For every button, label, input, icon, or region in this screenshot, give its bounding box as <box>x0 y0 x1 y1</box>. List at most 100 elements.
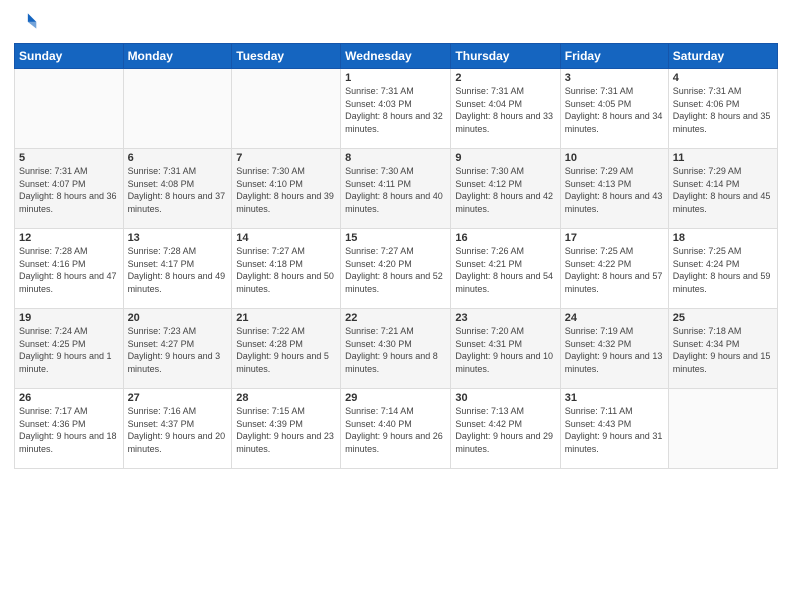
day-number: 18 <box>673 232 773 244</box>
day-info: Sunrise: 7:11 AM Sunset: 4:43 PM Dayligh… <box>565 405 664 455</box>
day-cell: 16Sunrise: 7:26 AM Sunset: 4:21 PM Dayli… <box>451 229 560 309</box>
day-number: 12 <box>19 232 119 244</box>
weekday-header-monday: Monday <box>123 44 232 69</box>
day-number: 3 <box>565 72 664 84</box>
day-info: Sunrise: 7:19 AM Sunset: 4:32 PM Dayligh… <box>565 325 664 375</box>
week-row-0: 1Sunrise: 7:31 AM Sunset: 4:03 PM Daylig… <box>15 69 778 149</box>
calendar-body: 1Sunrise: 7:31 AM Sunset: 4:03 PM Daylig… <box>15 69 778 469</box>
day-cell: 15Sunrise: 7:27 AM Sunset: 4:20 PM Dayli… <box>341 229 451 309</box>
day-cell: 21Sunrise: 7:22 AM Sunset: 4:28 PM Dayli… <box>232 309 341 389</box>
logo-icon <box>16 10 38 32</box>
day-cell <box>668 389 777 469</box>
weekday-header-sunday: Sunday <box>15 44 124 69</box>
week-row-3: 19Sunrise: 7:24 AM Sunset: 4:25 PM Dayli… <box>15 309 778 389</box>
day-info: Sunrise: 7:17 AM Sunset: 4:36 PM Dayligh… <box>19 405 119 455</box>
weekday-header-thursday: Thursday <box>451 44 560 69</box>
day-info: Sunrise: 7:23 AM Sunset: 4:27 PM Dayligh… <box>128 325 228 375</box>
week-row-1: 5Sunrise: 7:31 AM Sunset: 4:07 PM Daylig… <box>15 149 778 229</box>
day-cell: 19Sunrise: 7:24 AM Sunset: 4:25 PM Dayli… <box>15 309 124 389</box>
weekday-header-row: SundayMondayTuesdayWednesdayThursdayFrid… <box>15 44 778 69</box>
day-number: 20 <box>128 312 228 324</box>
day-info: Sunrise: 7:20 AM Sunset: 4:31 PM Dayligh… <box>455 325 555 375</box>
day-cell: 28Sunrise: 7:15 AM Sunset: 4:39 PM Dayli… <box>232 389 341 469</box>
day-info: Sunrise: 7:29 AM Sunset: 4:14 PM Dayligh… <box>673 165 773 215</box>
day-info: Sunrise: 7:30 AM Sunset: 4:11 PM Dayligh… <box>345 165 446 215</box>
day-number: 14 <box>236 232 336 244</box>
week-row-2: 12Sunrise: 7:28 AM Sunset: 4:16 PM Dayli… <box>15 229 778 309</box>
day-cell: 20Sunrise: 7:23 AM Sunset: 4:27 PM Dayli… <box>123 309 232 389</box>
day-cell: 1Sunrise: 7:31 AM Sunset: 4:03 PM Daylig… <box>341 69 451 149</box>
day-info: Sunrise: 7:31 AM Sunset: 4:07 PM Dayligh… <box>19 165 119 215</box>
day-number: 9 <box>455 152 555 164</box>
day-info: Sunrise: 7:31 AM Sunset: 4:05 PM Dayligh… <box>565 85 664 135</box>
header <box>14 10 778 37</box>
day-cell: 4Sunrise: 7:31 AM Sunset: 4:06 PM Daylig… <box>668 69 777 149</box>
week-row-4: 26Sunrise: 7:17 AM Sunset: 4:36 PM Dayli… <box>15 389 778 469</box>
day-number: 6 <box>128 152 228 164</box>
day-cell: 23Sunrise: 7:20 AM Sunset: 4:31 PM Dayli… <box>451 309 560 389</box>
day-info: Sunrise: 7:21 AM Sunset: 4:30 PM Dayligh… <box>345 325 446 375</box>
day-cell: 29Sunrise: 7:14 AM Sunset: 4:40 PM Dayli… <box>341 389 451 469</box>
weekday-header-tuesday: Tuesday <box>232 44 341 69</box>
day-cell: 25Sunrise: 7:18 AM Sunset: 4:34 PM Dayli… <box>668 309 777 389</box>
day-info: Sunrise: 7:25 AM Sunset: 4:24 PM Dayligh… <box>673 245 773 295</box>
calendar: SundayMondayTuesdayWednesdayThursdayFrid… <box>14 43 778 469</box>
day-info: Sunrise: 7:31 AM Sunset: 4:06 PM Dayligh… <box>673 85 773 135</box>
weekday-header-wednesday: Wednesday <box>341 44 451 69</box>
day-cell: 7Sunrise: 7:30 AM Sunset: 4:10 PM Daylig… <box>232 149 341 229</box>
day-number: 7 <box>236 152 336 164</box>
day-number: 11 <box>673 152 773 164</box>
day-info: Sunrise: 7:31 AM Sunset: 4:03 PM Dayligh… <box>345 85 446 135</box>
day-number: 27 <box>128 392 228 404</box>
day-number: 4 <box>673 72 773 84</box>
day-number: 23 <box>455 312 555 324</box>
day-info: Sunrise: 7:28 AM Sunset: 4:17 PM Dayligh… <box>128 245 228 295</box>
day-info: Sunrise: 7:28 AM Sunset: 4:16 PM Dayligh… <box>19 245 119 295</box>
day-info: Sunrise: 7:30 AM Sunset: 4:12 PM Dayligh… <box>455 165 555 215</box>
day-info: Sunrise: 7:15 AM Sunset: 4:39 PM Dayligh… <box>236 405 336 455</box>
day-cell: 8Sunrise: 7:30 AM Sunset: 4:11 PM Daylig… <box>341 149 451 229</box>
day-cell: 31Sunrise: 7:11 AM Sunset: 4:43 PM Dayli… <box>560 389 668 469</box>
day-cell: 12Sunrise: 7:28 AM Sunset: 4:16 PM Dayli… <box>15 229 124 309</box>
day-number: 5 <box>19 152 119 164</box>
day-number: 15 <box>345 232 446 244</box>
day-number: 8 <box>345 152 446 164</box>
day-number: 21 <box>236 312 336 324</box>
day-cell <box>15 69 124 149</box>
day-info: Sunrise: 7:31 AM Sunset: 4:08 PM Dayligh… <box>128 165 228 215</box>
day-cell: 24Sunrise: 7:19 AM Sunset: 4:32 PM Dayli… <box>560 309 668 389</box>
day-cell <box>232 69 341 149</box>
day-number: 30 <box>455 392 555 404</box>
day-info: Sunrise: 7:24 AM Sunset: 4:25 PM Dayligh… <box>19 325 119 375</box>
day-info: Sunrise: 7:27 AM Sunset: 4:18 PM Dayligh… <box>236 245 336 295</box>
day-info: Sunrise: 7:31 AM Sunset: 4:04 PM Dayligh… <box>455 85 555 135</box>
day-number: 10 <box>565 152 664 164</box>
day-cell: 6Sunrise: 7:31 AM Sunset: 4:08 PM Daylig… <box>123 149 232 229</box>
weekday-header-friday: Friday <box>560 44 668 69</box>
day-cell: 27Sunrise: 7:16 AM Sunset: 4:37 PM Dayli… <box>123 389 232 469</box>
day-info: Sunrise: 7:13 AM Sunset: 4:42 PM Dayligh… <box>455 405 555 455</box>
day-info: Sunrise: 7:26 AM Sunset: 4:21 PM Dayligh… <box>455 245 555 295</box>
day-number: 13 <box>128 232 228 244</box>
day-info: Sunrise: 7:16 AM Sunset: 4:37 PM Dayligh… <box>128 405 228 455</box>
day-cell: 18Sunrise: 7:25 AM Sunset: 4:24 PM Dayli… <box>668 229 777 309</box>
day-number: 31 <box>565 392 664 404</box>
day-info: Sunrise: 7:29 AM Sunset: 4:13 PM Dayligh… <box>565 165 664 215</box>
day-number: 2 <box>455 72 555 84</box>
day-number: 1 <box>345 72 446 84</box>
day-cell: 9Sunrise: 7:30 AM Sunset: 4:12 PM Daylig… <box>451 149 560 229</box>
day-number: 26 <box>19 392 119 404</box>
day-info: Sunrise: 7:22 AM Sunset: 4:28 PM Dayligh… <box>236 325 336 375</box>
day-cell: 2Sunrise: 7:31 AM Sunset: 4:04 PM Daylig… <box>451 69 560 149</box>
day-number: 25 <box>673 312 773 324</box>
day-cell: 5Sunrise: 7:31 AM Sunset: 4:07 PM Daylig… <box>15 149 124 229</box>
day-number: 16 <box>455 232 555 244</box>
day-cell: 10Sunrise: 7:29 AM Sunset: 4:13 PM Dayli… <box>560 149 668 229</box>
day-cell: 22Sunrise: 7:21 AM Sunset: 4:30 PM Dayli… <box>341 309 451 389</box>
day-info: Sunrise: 7:30 AM Sunset: 4:10 PM Dayligh… <box>236 165 336 215</box>
day-cell: 30Sunrise: 7:13 AM Sunset: 4:42 PM Dayli… <box>451 389 560 469</box>
day-number: 22 <box>345 312 446 324</box>
day-info: Sunrise: 7:14 AM Sunset: 4:40 PM Dayligh… <box>345 405 446 455</box>
day-cell <box>123 69 232 149</box>
day-cell: 13Sunrise: 7:28 AM Sunset: 4:17 PM Dayli… <box>123 229 232 309</box>
